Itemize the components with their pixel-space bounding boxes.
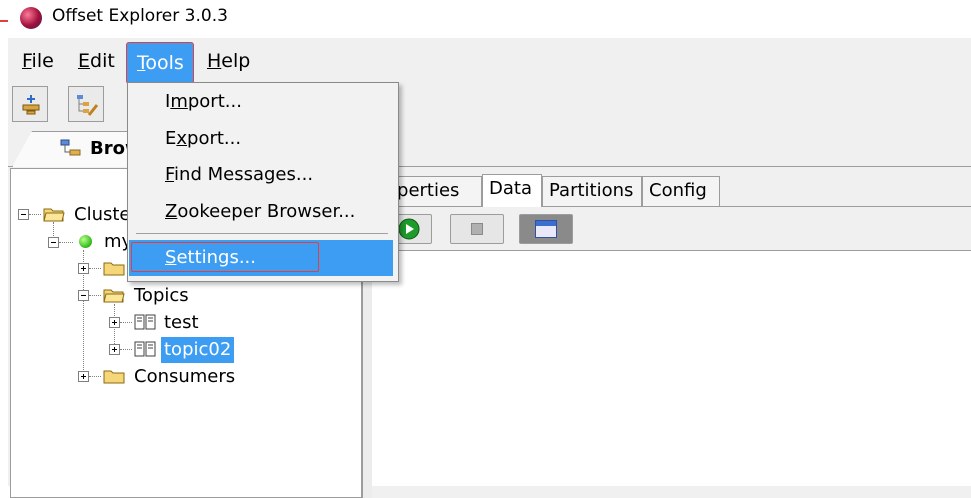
menu-separator <box>136 233 388 234</box>
tree-expand-toggle[interactable] <box>78 263 89 274</box>
window-view-icon <box>535 220 557 238</box>
tree-item-topic-selected[interactable]: topic02 <box>161 337 235 363</box>
menu-tools-label: ools <box>145 52 184 74</box>
menu-item-settings[interactable]: Settings... <box>165 242 256 274</box>
menu-item-text: ind Messages... <box>174 164 314 185</box>
menu-item-zookeeper-browser[interactable]: Zookeeper Browser... <box>165 196 355 228</box>
tree-item-consumers[interactable]: Consumers <box>134 364 235 390</box>
folder-icon <box>103 262 125 276</box>
tree-expand-toggle[interactable] <box>78 371 89 382</box>
folder-open-icon <box>103 289 125 303</box>
menu-help-label: elp <box>221 50 251 72</box>
detail-tab-border <box>372 206 971 207</box>
stop-icon <box>471 223 483 235</box>
menu-tools[interactable]: Tools <box>126 42 194 84</box>
menu-file-mnemonic: F <box>22 50 32 72</box>
tree-collapse-toggle[interactable] <box>48 237 59 248</box>
tree-collapse-toggle[interactable] <box>18 209 29 220</box>
tree-item-topics[interactable]: Topics <box>134 283 189 309</box>
start-button[interactable] <box>396 214 432 244</box>
menu-item-export[interactable]: Export... <box>165 123 241 155</box>
tree-collapse-toggle[interactable] <box>78 290 89 301</box>
menu-item-text: port... <box>187 91 242 112</box>
add-connection-icon <box>22 95 40 115</box>
window-title: Offset Explorer 3.0.3 <box>52 6 228 26</box>
menu-item-mnemonic: S <box>165 247 177 268</box>
app-logo-icon <box>20 7 42 29</box>
play-icon <box>398 218 420 240</box>
messages-area[interactable] <box>372 250 971 486</box>
menu-item-text: port... <box>187 128 242 149</box>
tree-view-icon <box>60 139 81 156</box>
tree-item-cluster[interactable]: Cluste <box>74 202 131 228</box>
window-title-strip <box>536 221 556 226</box>
tree-guide <box>120 322 132 324</box>
menu-edit-mnemonic: E <box>78 50 91 72</box>
tree-guide <box>29 214 41 216</box>
tree-expand-toggle[interactable] <box>109 317 120 328</box>
folder-open-icon <box>43 208 65 222</box>
stop-button[interactable] <box>450 214 504 244</box>
tree-guide <box>89 376 101 378</box>
tree-guide <box>89 295 101 297</box>
menu-item-text: ookeeper Browser... <box>177 201 356 222</box>
menu-item-mnemonic: F <box>165 164 175 185</box>
menu-item-import[interactable]: Import... <box>165 86 242 118</box>
topic-book-icon <box>134 314 156 330</box>
tree-guide <box>53 222 55 236</box>
tree-guide <box>89 268 101 270</box>
menu-item-text: E <box>165 128 177 149</box>
folder-icon <box>103 370 125 384</box>
menu-item-mnemonic: Z <box>165 201 178 222</box>
menu-item-mnemonic: x <box>176 128 188 149</box>
edit-tree-icon <box>77 95 99 116</box>
tree-guide <box>59 242 73 244</box>
menu-help-mnemonic: H <box>207 50 222 72</box>
tab-partitions[interactable]: Partitions <box>542 176 642 206</box>
tree-item-topic[interactable]: test <box>164 310 199 336</box>
topic-book-icon <box>134 341 156 357</box>
menu-help[interactable]: Help <box>197 43 260 79</box>
view-toggle-button[interactable] <box>519 214 573 244</box>
edge-mark <box>0 20 8 22</box>
connected-status-icon <box>79 235 92 248</box>
edit-tree-button[interactable] <box>68 86 104 122</box>
tree-expand-toggle[interactable] <box>109 344 120 355</box>
menu-file-label: ile <box>31 50 54 72</box>
menu-item-mnemonic: m <box>170 91 188 112</box>
tree-guide <box>120 349 132 351</box>
tab-config[interactable]: Config <box>642 176 720 206</box>
add-connection-button[interactable] <box>12 86 48 122</box>
menu-item-text: ettings... <box>176 247 257 268</box>
menu-file[interactable]: File <box>12 43 64 79</box>
tab-data[interactable]: Data <box>482 174 542 207</box>
menu-edit[interactable]: Edit <box>68 43 125 79</box>
menu-edit-label: dit <box>90 50 115 72</box>
menu-item-find-messages[interactable]: Find Messages... <box>165 159 313 191</box>
